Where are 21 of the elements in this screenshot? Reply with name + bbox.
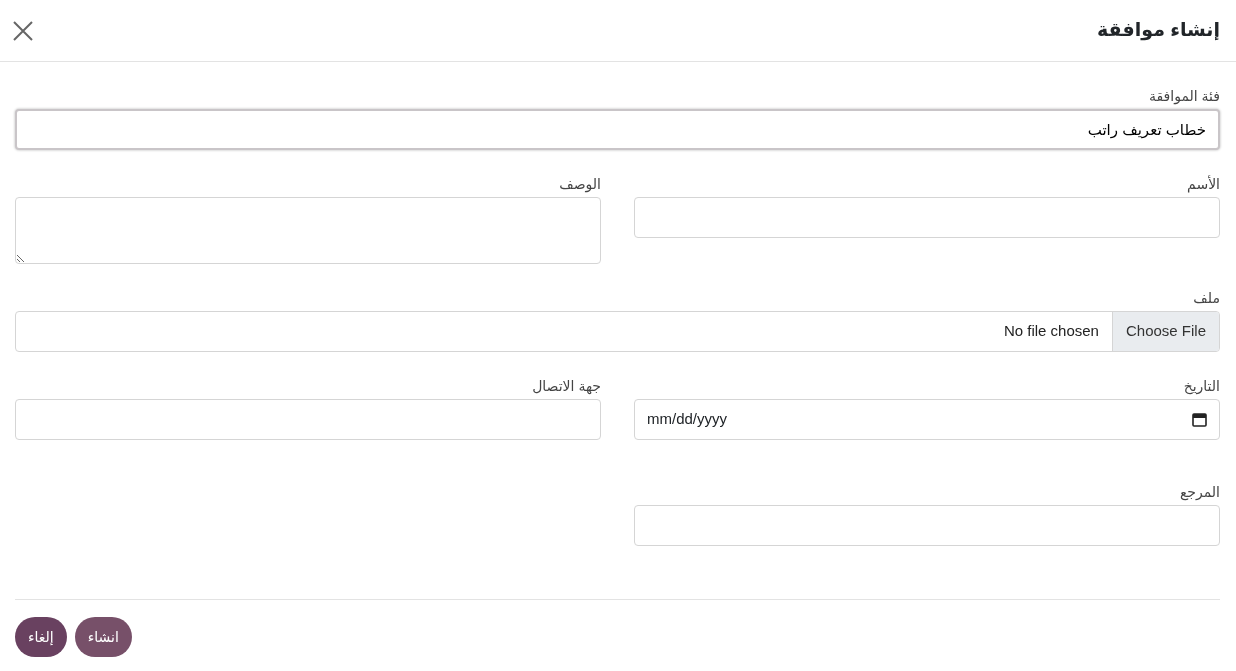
field-label: المرجع: [1179, 483, 1220, 501]
close-button[interactable]: [12, 19, 34, 42]
field-label: الوصف: [559, 175, 601, 193]
input-field[interactable]: [634, 505, 1220, 546]
input-field[interactable]: خطاب تعريف راتب: [15, 109, 1220, 150]
close-icon: [12, 19, 34, 42]
field-label: ملف: [1193, 289, 1220, 307]
field-label: الأسم: [1187, 175, 1220, 193]
field-label: التاريخ: [1183, 377, 1220, 395]
field-label: فئة الموافقة: [1149, 87, 1220, 105]
text-area[interactable]: [15, 197, 601, 264]
choose-file-button[interactable]: Choose File: [1111, 312, 1219, 351]
field-label: جهة الاتصال: [532, 377, 601, 395]
action-button[interactable]: إلغاء: [15, 617, 67, 657]
action-button[interactable]: انشاء: [74, 617, 132, 657]
dialog-title: إنشاء موافقة: [1097, 19, 1220, 42]
file-status-text: No file chosen: [1003, 321, 1099, 342]
date-field[interactable]: mm/dd/yyyy: [634, 399, 1220, 440]
input-field[interactable]: [15, 399, 601, 440]
calendar-icon[interactable]: [1192, 412, 1207, 427]
input-field[interactable]: [634, 197, 1220, 238]
